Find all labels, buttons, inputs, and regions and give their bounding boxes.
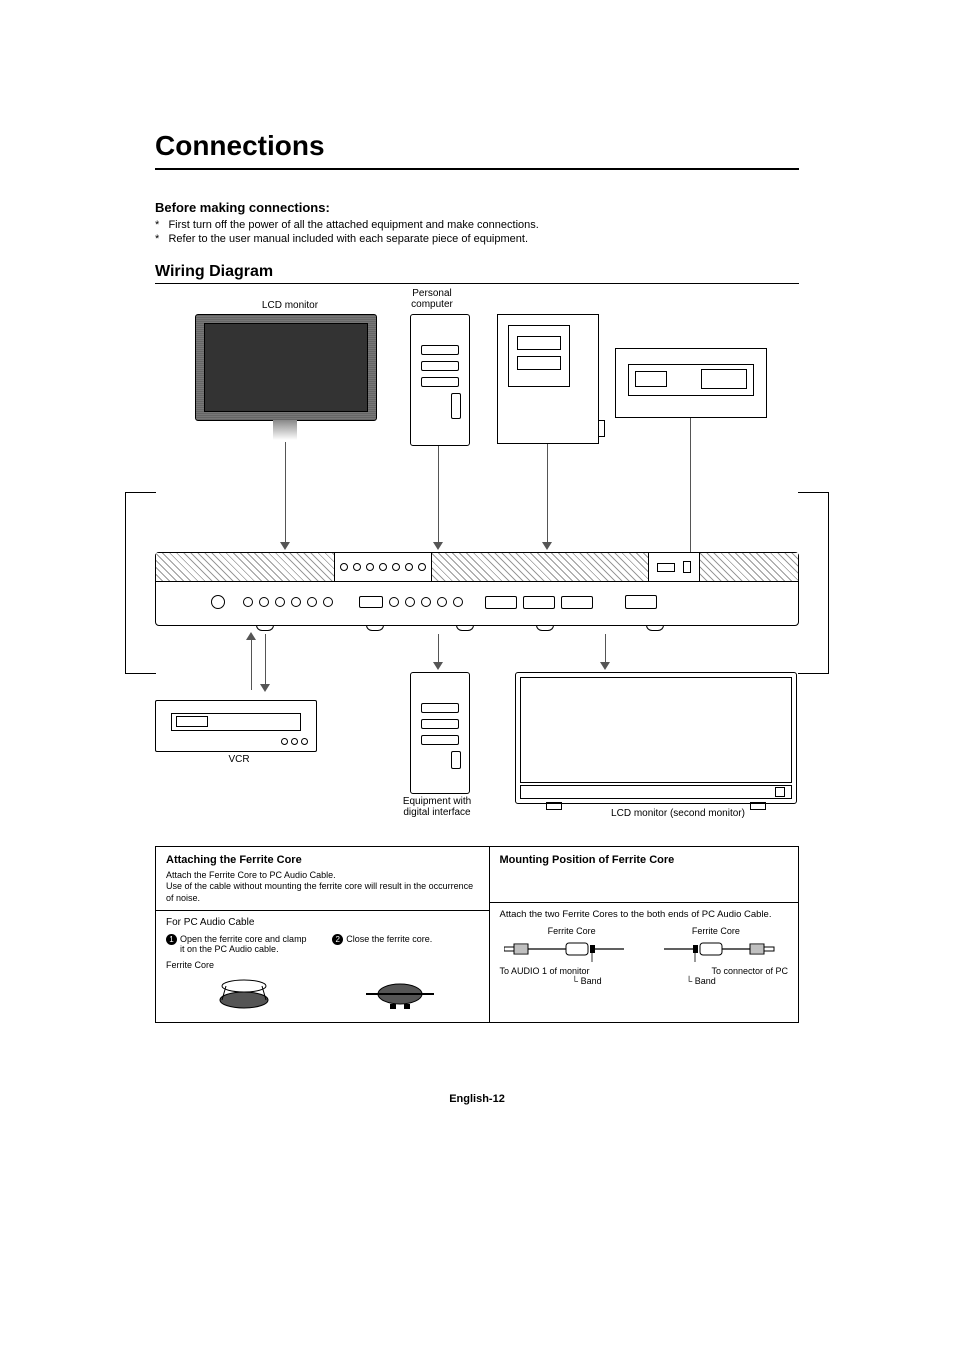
lcd-monitor-icon — [195, 314, 377, 421]
band-label: Band — [581, 976, 602, 986]
wiring-rule — [155, 283, 799, 284]
dvd-player-icon — [615, 348, 767, 418]
ferrite-core-label: Ferrite Core — [548, 926, 596, 936]
ferrite-panel: Attaching the Ferrite Core Attach the Fe… — [155, 846, 799, 1023]
ferrite-right-title: Mounting Position of Ferrite Core — [500, 854, 788, 866]
ferrite-cable-icon — [500, 938, 788, 962]
pc-tower-icon — [410, 314, 470, 446]
pc-desktop-icon — [497, 314, 599, 444]
ferrite-sub: For PC Audio Cable — [166, 917, 479, 928]
bullet: * First turn off the power of all the at… — [155, 219, 799, 231]
step-number-icon: 2 — [332, 934, 343, 945]
label-vcr: VCR — [219, 754, 259, 765]
before-heading: Before making connections: — [155, 200, 799, 215]
step1-text: Open the ferrite core and clamp it on th… — [180, 934, 312, 954]
ferrite-attach-text: Attach the two Ferrite Cores to the both… — [500, 909, 788, 920]
monitor-rear-panel-icon — [155, 552, 799, 626]
title-rule — [155, 168, 799, 170]
label-secmon: LCD monitor (second monitor) — [593, 808, 763, 819]
ferrite-right-col: Mounting Position of Ferrite Core Attach… — [490, 847, 798, 1022]
ferrite-core-label: Ferrite Core — [166, 960, 479, 970]
lcd-base-icon — [273, 420, 297, 440]
ferrite-left-title: Attaching the Ferrite Core — [166, 854, 479, 866]
second-monitor-icon — [515, 672, 797, 804]
wiring-diagram: LCD monitor Personal computer DVD player… — [155, 292, 799, 832]
label-pc: Personal computer — [402, 288, 462, 310]
step-number-icon: 1 — [166, 934, 177, 945]
digital-interface-icon — [410, 672, 470, 794]
ferrite-open-close-icons — [166, 976, 479, 1012]
vcr-icon — [155, 700, 317, 752]
ferrite-note: Attach the Ferrite Core to PC Audio Cabl… — [166, 870, 479, 904]
ferrite-core-label: Ferrite Core — [692, 926, 740, 936]
label-lcd: LCD monitor — [250, 300, 330, 311]
wiring-title: Wiring Diagram — [155, 263, 799, 281]
label-digital: Equipment with digital interface — [387, 796, 487, 818]
band-label: Band — [695, 976, 716, 986]
to-audio-label: To AUDIO 1 of monitor — [500, 966, 590, 976]
to-pc-label: To connector of PC — [711, 966, 788, 976]
bullet: * Refer to the user manual included with… — [155, 233, 799, 245]
page-number: English-12 — [155, 1093, 799, 1105]
ferrite-left-col: Attaching the Ferrite Core Attach the Fe… — [156, 847, 490, 1022]
step2-text: Close the ferrite core. — [346, 934, 432, 945]
page-title: Connections — [155, 130, 799, 162]
